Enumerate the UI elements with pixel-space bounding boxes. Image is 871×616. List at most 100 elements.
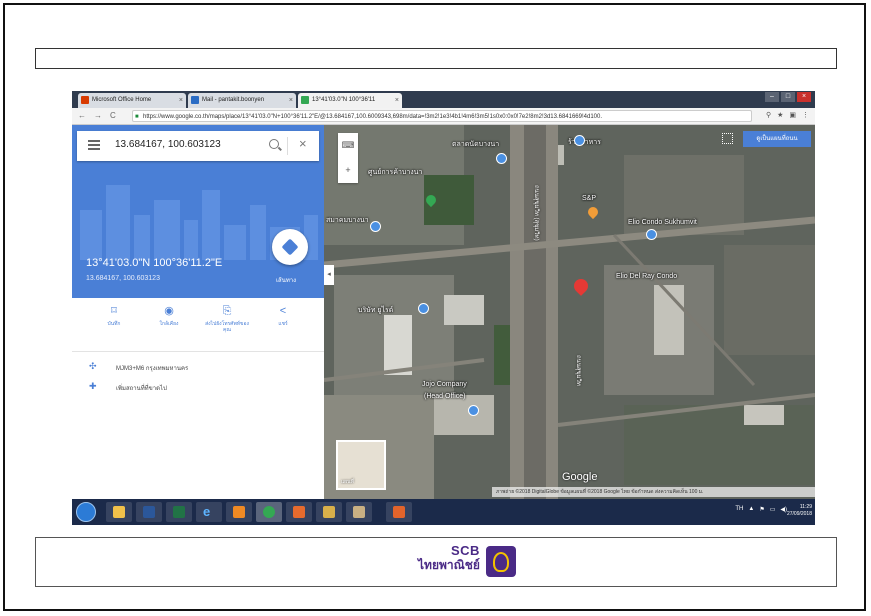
map-label-market[interactable]: ตลาดนัดบางนา	[452, 139, 499, 150]
tab-label: Microsoft Office Home	[92, 97, 152, 103]
scb-brand: SCB ไทยพาณิชย์	[418, 544, 480, 573]
satellite-map[interactable]: ตลาดนัดบางนา ศูนย์การค้าบางนา สมาคมบางนา…	[324, 125, 815, 499]
map-poi-icon[interactable]	[468, 405, 479, 416]
map-attribution: ภาพถ่าย ©2018 DigitalGlobe ข้อมูลแผนที่ …	[492, 487, 815, 497]
map-type-minimap[interactable]: แผนที่	[336, 440, 386, 490]
action-row: ⌑ บันทึก ◉ ใกล้เคียง ⎘ ส่งไปยังโทรศัพท์ข…	[72, 301, 324, 352]
mail-favicon-icon	[191, 96, 199, 104]
taskbar-people[interactable]	[346, 502, 372, 522]
map-label-elio-del-ray[interactable]: Elio Del Ray Condo	[616, 273, 677, 280]
place-title: 13°41'03.0"N 100°36'11.2"E	[86, 257, 223, 269]
maximize-button[interactable]: □	[781, 92, 795, 102]
people-app-icon	[353, 506, 365, 518]
taskbar-home-app[interactable]	[286, 502, 312, 522]
tab-close-icon[interactable]: ×	[289, 93, 293, 108]
share-button[interactable]: < แชร์	[258, 305, 308, 327]
chrome-menu-icon[interactable]: ⋮	[802, 111, 809, 119]
system-clock[interactable]: 11:29 27/09/2018	[787, 504, 812, 518]
tab-office[interactable]: Microsoft Office Home ×	[78, 93, 186, 108]
map-label-jojo[interactable]: Jojo Company	[422, 381, 467, 388]
map-label-elio-condo[interactable]: Elio Condo Sukhumvit	[628, 219, 697, 226]
back-button[interactable]: ←	[78, 111, 86, 120]
excel-icon	[173, 506, 185, 518]
directions-button[interactable]	[272, 229, 308, 265]
extension-icon[interactable]: ▣	[789, 111, 796, 119]
tab-mail[interactable]: Mail - pantakit.boonyen ×	[188, 93, 296, 108]
map-poi-icon[interactable]	[496, 153, 507, 164]
minimize-button[interactable]: –	[765, 92, 779, 102]
send-to-phone-button[interactable]: ⎘ ส่งไปยังโทรศัพท์ของคุณ	[202, 305, 252, 333]
map-poi-icon[interactable]	[574, 135, 585, 146]
system-tray: TH ▲ ⚑ ▭ ◀)	[735, 506, 787, 513]
url-input[interactable]: ■ https://www.google.co.th/maps/place/13…	[132, 110, 752, 122]
zoom-icon[interactable]: ⚲	[766, 111, 771, 119]
tab-maps[interactable]: 13°41'03.0"N 100°36'11 ×	[298, 93, 402, 108]
taskbar-ie[interactable]: e	[196, 502, 222, 522]
brand-name-th: ไทยพาณิชย์	[418, 558, 480, 572]
brand-name-en: SCB	[450, 543, 480, 558]
show-hidden-icons-icon[interactable]: ▲	[748, 506, 754, 513]
bookmark-star-icon[interactable]: ★	[777, 111, 783, 119]
taskbar-chrome[interactable]	[256, 502, 282, 522]
action-label: บันทึก	[107, 321, 121, 327]
taskbar-media[interactable]	[226, 502, 252, 522]
zoom-in-button[interactable]: +	[338, 158, 358, 183]
start-button[interactable]	[76, 502, 96, 522]
tab-strip: Microsoft Office Home × Mail - pantakit.…	[72, 91, 815, 108]
satellite-imagery	[324, 125, 815, 499]
nearby-button[interactable]: ◉ ใกล้เคียง	[144, 305, 194, 327]
tab-close-icon[interactable]: ×	[395, 93, 399, 108]
media-icon	[233, 506, 245, 518]
map-label-mall[interactable]: ศูนย์การค้าบางนา	[368, 167, 422, 178]
folder-icon	[323, 506, 335, 518]
reload-button[interactable]: C	[110, 111, 116, 120]
search-input[interactable]: 13.684167, 100.603123	[115, 139, 221, 150]
tab-label: 13°41'03.0"N 100°36'11	[312, 97, 376, 103]
taskbar-office[interactable]	[386, 502, 412, 522]
header-bar	[35, 48, 837, 69]
share-icon: <	[279, 305, 287, 317]
directions-label: เส้นทาง	[276, 278, 297, 284]
taskbar-explorer[interactable]	[106, 502, 132, 522]
plus-code-row[interactable]: ✣ MJM3+M6 กรุงเทพมหานคร	[72, 361, 324, 375]
plus-code-icon: ✣	[89, 361, 97, 371]
map-poi-icon[interactable]	[418, 303, 429, 314]
taskbar-word[interactable]	[136, 502, 162, 522]
close-window-button[interactable]: ×	[797, 92, 811, 102]
map-poi-icon[interactable]	[370, 221, 381, 232]
action-label: แชร์	[278, 321, 288, 327]
browser-toolbar: ⚲ ★ ▣ ⋮	[766, 111, 809, 119]
network-icon[interactable]: ▭	[770, 506, 776, 513]
save-button[interactable]: ⌑ บันทึก	[89, 305, 139, 327]
keyboard-icon[interactable]: ⌨	[338, 133, 358, 158]
maps-favicon-icon	[301, 96, 309, 104]
taskbar-excel[interactable]	[166, 502, 192, 522]
apps-grid-icon[interactable]	[722, 133, 733, 144]
map-poi-icon[interactable]	[646, 229, 657, 240]
forward-button[interactable]: →	[94, 111, 102, 120]
chrome-icon	[263, 506, 275, 518]
search-box[interactable]: 13.684167, 100.603123 ×	[77, 131, 319, 161]
clear-search-icon[interactable]: ×	[299, 136, 307, 151]
place-panel: 13.684167, 100.603123 × 13°41'03.0"N 100…	[72, 125, 324, 499]
map-label-snp[interactable]: S&P	[582, 195, 596, 202]
plus-code-text: MJM3+M6 กรุงเทพมหานคร	[116, 366, 189, 372]
menu-icon[interactable]	[88, 140, 100, 150]
collapse-panel-button[interactable]: ◂	[324, 265, 334, 285]
url-text: https://www.google.co.th/maps/place/13°4…	[143, 114, 602, 120]
map-label-association[interactable]: สมาคมบางนา	[326, 215, 369, 226]
map-label-uride[interactable]: บริษัท ยูไรด์	[358, 305, 393, 316]
tab-close-icon[interactable]: ×	[179, 93, 183, 108]
clock-time: 11:29	[799, 504, 812, 510]
place-hero: 13.684167, 100.603123 × 13°41'03.0"N 100…	[72, 125, 324, 298]
map-view-button[interactable]: ดูเป็นแผนที่ถนน	[743, 131, 811, 147]
scb-logo-icon	[486, 546, 516, 577]
add-missing-place-row[interactable]: ✚ เพิ่มสถานที่ที่ขาดไป	[72, 381, 324, 395]
search-icon[interactable]	[269, 139, 279, 149]
action-center-icon[interactable]: ⚑	[759, 506, 764, 513]
language-indicator[interactable]: TH	[735, 506, 743, 513]
taskbar-folder[interactable]	[316, 502, 342, 522]
screenshot: Microsoft Office Home × Mail - pantakit.…	[72, 91, 815, 525]
nearby-icon: ◉	[164, 305, 174, 317]
office-icon	[393, 506, 405, 518]
